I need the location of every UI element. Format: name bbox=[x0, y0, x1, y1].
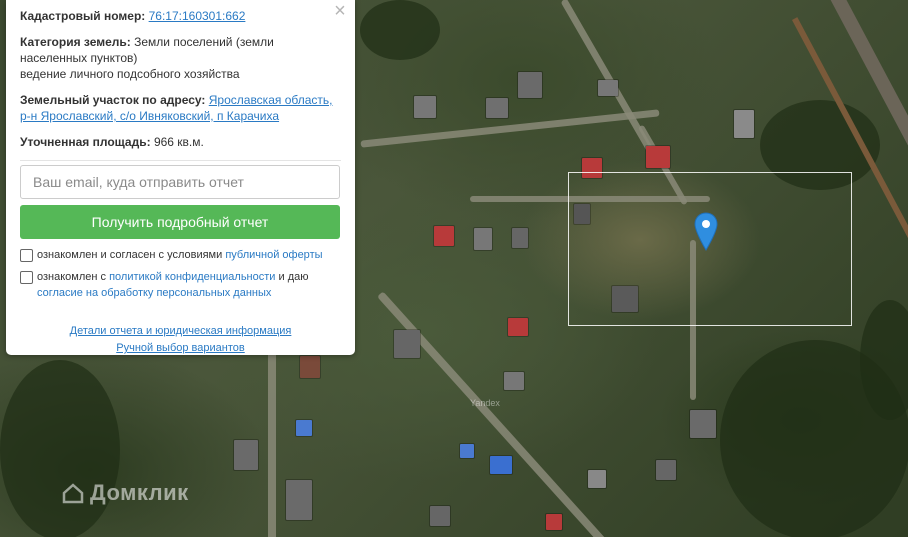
building bbox=[490, 456, 512, 474]
area-label: Уточненная площадь: bbox=[20, 135, 151, 149]
building bbox=[474, 228, 492, 250]
building bbox=[414, 96, 436, 118]
building bbox=[690, 410, 716, 438]
building bbox=[646, 146, 670, 168]
building bbox=[300, 356, 320, 378]
road bbox=[268, 340, 276, 537]
building bbox=[512, 228, 528, 248]
building bbox=[394, 330, 420, 358]
building bbox=[286, 480, 312, 520]
building bbox=[518, 72, 542, 98]
building bbox=[598, 80, 618, 96]
road bbox=[377, 291, 611, 537]
watermark-text: Домклик bbox=[90, 480, 189, 505]
category-label: Категория земель: bbox=[20, 35, 131, 49]
building bbox=[234, 440, 258, 470]
offer-checkbox[interactable] bbox=[20, 249, 33, 262]
cadastral-label: Кадастровый номер: bbox=[20, 9, 146, 23]
cadastral-row: Кадастровый номер: 76:17:160301:662 bbox=[20, 8, 341, 24]
building bbox=[656, 460, 676, 480]
building bbox=[508, 318, 528, 336]
privacy-consent-row: ознакомлен с политикой конфиденциальност… bbox=[20, 269, 341, 301]
building bbox=[546, 514, 562, 530]
domclick-watermark: Домклик bbox=[62, 480, 189, 506]
building bbox=[486, 98, 508, 118]
building bbox=[504, 372, 524, 390]
building bbox=[460, 444, 474, 458]
area-value: 966 кв.м. bbox=[153, 135, 204, 149]
offer-text: ознакомлен и согласен с условиями bbox=[37, 249, 223, 261]
building bbox=[434, 226, 454, 246]
privacy-policy-link[interactable]: политикой конфиденциальности bbox=[109, 271, 275, 283]
address-link-cont[interactable]: р-н Ярославский, с/о Ивняковский, п Кара… bbox=[20, 109, 279, 123]
offer-consent-text: ознакомлен и согласен с условиями публич… bbox=[37, 247, 323, 263]
category-usage: ведение личного подсобного хозяйства bbox=[20, 67, 240, 81]
personal-data-consent-link[interactable]: согласие на обработку персональных данны… bbox=[37, 287, 271, 299]
bottom-links: Детали отчета и юридическая информация Р… bbox=[20, 323, 341, 357]
category-row: Категория земель: Земли поселений (земли… bbox=[20, 34, 341, 82]
house-logo-icon bbox=[62, 483, 84, 504]
cadastral-number-link[interactable]: 76:17:160301:662 bbox=[149, 9, 246, 23]
divider bbox=[20, 160, 341, 161]
building bbox=[430, 506, 450, 526]
category-value: Земли поселений (земли bbox=[134, 35, 274, 49]
privacy-consent-text: ознакомлен с политикой конфиденциальност… bbox=[37, 269, 309, 301]
building bbox=[296, 420, 312, 436]
privacy-text: ознакомлен с bbox=[37, 271, 107, 283]
manual-selection-link[interactable]: Ручной выбор вариантов bbox=[20, 340, 341, 357]
address-link[interactable]: Ярославская область, bbox=[209, 93, 333, 107]
cadastral-info-panel: × Кадастровый номер: 76:17:160301:662 Ка… bbox=[6, 0, 355, 355]
address-row: Земельный участок по адресу: Ярославская… bbox=[20, 92, 341, 124]
building bbox=[734, 110, 754, 138]
area-row: Уточненная площадь: 966 кв.м. bbox=[20, 134, 341, 150]
category-value-cont: населенных пунктов) bbox=[20, 51, 138, 65]
close-icon[interactable]: × bbox=[333, 1, 347, 21]
privacy-and-text: и даю bbox=[278, 271, 309, 283]
public-offer-link[interactable]: публичной оферты bbox=[225, 249, 322, 261]
report-details-link[interactable]: Детали отчета и юридическая информация bbox=[20, 323, 341, 340]
get-report-button[interactable]: Получить подробный отчет bbox=[20, 205, 340, 239]
yandex-mark: Yandex bbox=[470, 398, 500, 408]
offer-consent-row: ознакомлен и согласен с условиями публич… bbox=[20, 247, 341, 263]
address-label: Земельный участок по адресу: bbox=[20, 93, 206, 107]
email-field[interactable] bbox=[20, 165, 340, 199]
privacy-checkbox[interactable] bbox=[20, 271, 33, 284]
building bbox=[588, 470, 606, 488]
location-pin-icon[interactable] bbox=[694, 212, 718, 252]
road bbox=[360, 109, 660, 148]
